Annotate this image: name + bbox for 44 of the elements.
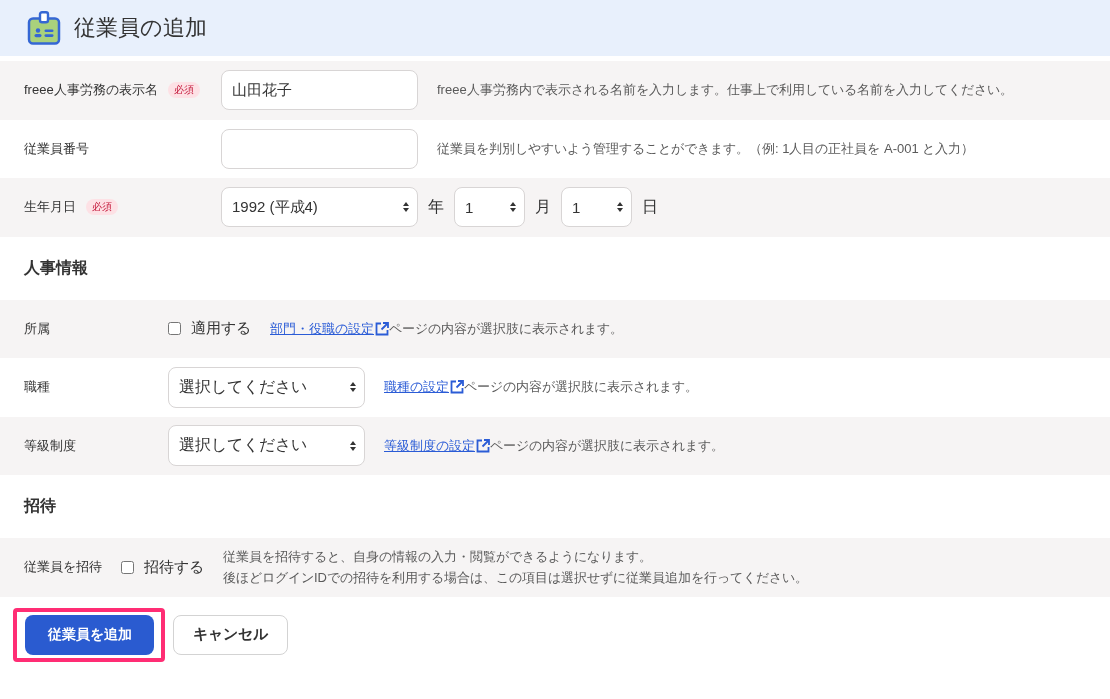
note-text: ページの内容が選択肢に表示されます。 (490, 436, 724, 455)
field-label: 等級制度 (24, 436, 76, 455)
text-field[interactable] (221, 128, 418, 169)
section-heading: 人事情報 (24, 257, 88, 278)
checkbox[interactable] (121, 560, 134, 574)
field-label: freee人事労務の表示名 (24, 81, 158, 100)
select-field[interactable]: 選択してください (168, 425, 365, 467)
hint-text: 後ほどログインIDでの招待を利用する場合は、この項目は選択せずに従業員追加を行ってください。 (223, 569, 808, 588)
field-label: 職種 (24, 378, 50, 397)
checkbox-label[interactable]: 招待する (144, 557, 204, 577)
select-field[interactable]: 選択してください (168, 366, 365, 408)
hint-text: freee人事労務内で表示される名前を入力します。仕事上で利用している名前を入力してください。 (437, 81, 1013, 100)
external-link-icon (375, 321, 389, 336)
page-title: 従業員の追加 (74, 17, 207, 39)
checkbox-label[interactable]: 適用する (191, 319, 251, 339)
updown-arrows-icon (350, 382, 356, 393)
note-text: ページの内容が選択肢に表示されます。 (464, 378, 698, 397)
required-badge: 必須 (167, 82, 200, 99)
select-field[interactable]: 1992 (平成4) (221, 187, 418, 228)
text-field[interactable]: 山田花子 (221, 70, 418, 111)
updown-arrows-icon (403, 202, 409, 213)
id-card-icon (27, 11, 61, 45)
field-label: 従業員を招待 (24, 558, 102, 577)
updown-arrows-icon (510, 202, 516, 213)
section-heading: 招待 (24, 496, 56, 516)
hint-text: 従業員を判別しやすいよう管理することができます。（例: 1人目の正社員を A-001 と入力） (437, 139, 975, 158)
field-label: 従業員番号 (24, 139, 89, 158)
updown-arrows-icon (617, 202, 623, 213)
field-label: 生年月日 (24, 198, 76, 217)
required-badge: 必須 (86, 199, 118, 216)
updown-arrows-icon (350, 440, 356, 451)
cancel-button[interactable]: キャンセル (173, 614, 288, 655)
date-unit-label: 日 (642, 196, 658, 217)
field-label: 所属 (24, 319, 50, 338)
checkbox[interactable] (168, 322, 181, 336)
external-link-icon (476, 438, 490, 453)
date-unit-label: 年 (428, 196, 444, 217)
hint-text: 従業員を招待すると、自身の情報の入力・閲覧ができるようになります。 (223, 548, 653, 567)
external-link-icon (450, 380, 464, 395)
select-field[interactable]: 1 (454, 187, 525, 228)
add-employee-button[interactable]: 従業員を追加 (25, 614, 154, 655)
note-text: ページの内容が選択肢に表示されます。 (389, 319, 623, 338)
date-unit-label: 月 (535, 196, 551, 217)
select-field[interactable]: 1 (561, 187, 632, 228)
